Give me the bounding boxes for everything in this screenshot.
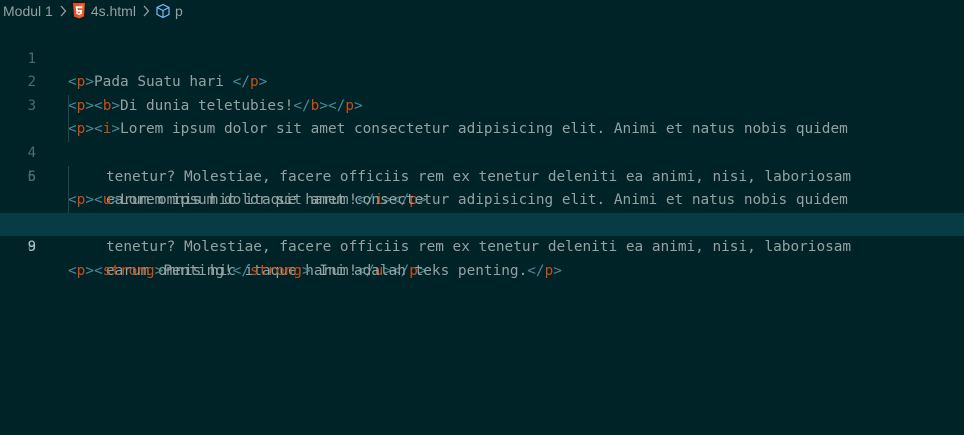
code-line[interactable]: 7 tenetur? Molestiae, facere officiis re… [0, 165, 964, 255]
chevron-right-icon [142, 5, 150, 17]
code-line-active[interactable]: 9 <p><strong>Penting!</strong> Ini adala… [0, 212, 964, 279]
indent-guide [68, 118, 69, 142]
breadcrumb-file[interactable]: 4s.html [91, 3, 136, 19]
cube-icon [155, 3, 171, 19]
line-number: 9 [27, 239, 36, 256]
code-line[interactable]: 1 <p>Pada Suatu hari </p> [0, 24, 964, 91]
code-line[interactable]: 4 tenetur? Molestiae, facere officiis re… [0, 94, 964, 185]
indent-guide [68, 189, 69, 213]
code-text: tenetur? Molestiae, facere officiis rem … [106, 239, 852, 256]
chevron-right-icon [59, 5, 67, 17]
code-line[interactable]: 3 <p><i>Lorem ipsum dolor sit amet conse… [0, 71, 964, 138]
breadcrumb: Modul 1 4s.html p [0, 0, 964, 22]
indent-guide [68, 165, 69, 190]
html5-icon [72, 3, 86, 19]
code-text: <p><strong>Penting!</strong> Ini adalah … [68, 262, 562, 279]
code-line[interactable]: 8 earum omnis hic itaque harum!</u></p> [0, 189, 964, 279]
code-line[interactable]: 5 earum omnis hic itaque harum!</i></p> [0, 118, 964, 208]
code-editor[interactable]: 1 <p>Pada Suatu hari </p> 2 <p><b>Di dun… [0, 24, 964, 279]
indent-guide [68, 94, 69, 119]
breadcrumb-symbol[interactable]: p [175, 3, 183, 19]
breadcrumb-folder[interactable]: Modul 1 [3, 3, 53, 19]
code-line[interactable]: 2 <p><b>Di dunia teletubies!</b></p> [0, 48, 964, 114]
code-line[interactable]: 6 <p><u>Lorem ipsum dolor sit amet conse… [0, 142, 964, 209]
